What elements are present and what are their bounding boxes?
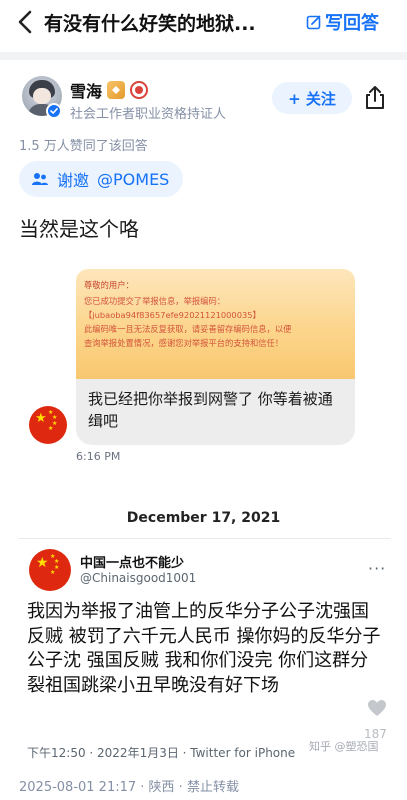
tweet-text: 我因为举报了油管上的反华分子公子沈强国反贼 被罚了六千元人民币 操你妈的反华分子… <box>27 601 381 696</box>
invite-mention: @POMES <box>97 169 170 189</box>
embedded-chat-screenshot: 尊敬的用户： 您已成功提交了举报信息，举报编码： 【jubaoba94f8365… <box>76 269 355 467</box>
notice-line: 此编码唯一且无法反复获取，请妥善留存编码信息，以便 <box>84 324 292 334</box>
heart-icon[interactable] <box>367 699 387 717</box>
invite-icon <box>32 173 48 185</box>
embedded-tweet-screenshot: ★ ★ ★ ★ ★ 中国一点也不能少 @Chinaisgood1001 ··· … <box>19 538 391 764</box>
tweet-meta: 下午12:50 · 2022年1月3日 · Twitter for iPhone <box>27 746 296 760</box>
follow-button[interactable]: + 关注 <box>272 82 352 114</box>
answer-footer: 2025-08-01 21:17 · 陕西 · 禁止转载 <box>19 780 239 795</box>
notice-line: 您已成功提交了举报信息，举报编码： <box>84 296 226 306</box>
write-answer-button[interactable]: 写回答 <box>306 9 379 35</box>
honor-badge-icon <box>130 81 149 99</box>
notice-line: 尊敬的用户： <box>84 280 134 290</box>
notice-line: 【jubaoba94f83657efe92021121000035】 <box>84 310 261 320</box>
level-badge-icon <box>107 81 126 99</box>
edit-icon <box>306 15 321 30</box>
back-icon[interactable] <box>14 8 38 36</box>
sender-avatar: ★ ★ ★ ★ ★ <box>29 406 67 444</box>
tweet-author-handle: @Chinaisgood1001 <box>80 571 197 585</box>
report-notice: 尊敬的用户： 您已成功提交了举报信息，举报编码： 【jubaoba94f8365… <box>76 269 355 379</box>
answer-text: 当然是这个咯 <box>19 217 139 241</box>
top-bar: 有没有什么好笑的地狱... 写回答 <box>0 0 407 44</box>
tweet-author-name: 中国一点也不能少 <box>80 556 185 571</box>
invite-label: 谢邀 <box>57 171 90 190</box>
notice-line: 查询举报处置情况，感谢您对举报平台的支持和信任！ <box>84 338 284 348</box>
watermark: 知乎 @塑恐国 <box>309 740 379 753</box>
author-name-row: 雪海 <box>70 78 149 102</box>
verified-icon <box>46 103 62 119</box>
message-time: 6:16 PM <box>76 450 121 463</box>
author-certification: 社会工作者职业资格持证人 <box>70 107 227 122</box>
divider <box>0 52 407 60</box>
invite-tag[interactable]: 谢邀 @POMES <box>19 161 184 197</box>
write-answer-label: 写回答 <box>325 13 379 34</box>
tweet-avatar: ★ ★ ★ ★ ★ <box>29 549 71 591</box>
share-icon[interactable] <box>362 85 388 111</box>
question-title[interactable]: 有没有什么好笑的地狱... <box>44 9 256 36</box>
author-row: 雪海 社会工作者职业资格持证人 + 关注 <box>0 68 407 128</box>
date-label: December 17, 2021 <box>126 510 281 526</box>
author-name[interactable]: 雪海 <box>70 78 102 102</box>
upvote-count: 1.5 万人赞同了该回答 <box>19 139 148 154</box>
more-options-icon: ··· <box>368 559 387 578</box>
chat-message-bubble: 我已经把你举报到网警了 你等着被通缉吧 <box>76 379 355 445</box>
